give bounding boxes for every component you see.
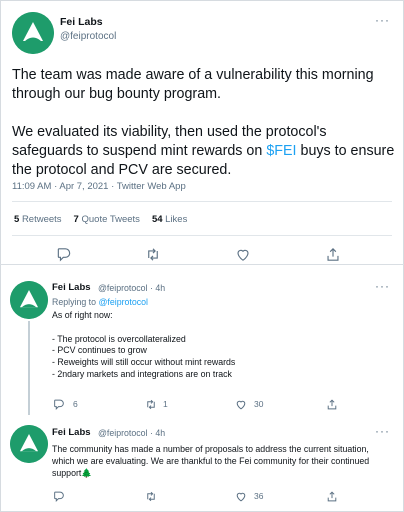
share-icon[interactable]	[325, 398, 339, 411]
avatar[interactable]	[10, 425, 48, 463]
reply-line-blank	[52, 322, 398, 334]
tweet-timestamp[interactable]: 11:09 AM · Apr 7, 2021 · Twitter Web App	[12, 181, 186, 192]
author-handle[interactable]: @feiprotocol	[60, 31, 116, 42]
tweet-text: The team was made aware of a vulnerabili…	[12, 66, 398, 199]
likes-label: Likes	[165, 214, 188, 225]
reply-line: - Reweights will still occur without min…	[52, 357, 236, 368]
avatar[interactable]	[10, 281, 48, 319]
reply-icon[interactable]	[52, 490, 66, 503]
quotes-label: Quote Tweets	[81, 214, 140, 225]
reply-tweet[interactable]: Fei Labs @feiprotocol · 4h ··· The commu…	[0, 415, 404, 512]
tweet-actions	[0, 246, 404, 264]
fei-logo-icon	[10, 425, 48, 463]
quotes-count: 7	[73, 214, 79, 225]
like-count: 36	[254, 491, 264, 501]
divider	[12, 235, 392, 236]
reply-icon[interactable]	[55, 246, 73, 263]
tree-emoji-icon: 🌲	[81, 467, 93, 478]
reply-actions: 6 1 30	[0, 398, 404, 412]
reply-actions: 36	[0, 490, 404, 504]
more-options-icon[interactable]: ···	[375, 279, 390, 293]
retweets-stat[interactable]: 5 Retweets	[14, 214, 62, 225]
share-icon[interactable]	[325, 490, 339, 503]
like-icon[interactable]	[234, 490, 248, 503]
divider	[12, 201, 392, 202]
reply-text-content: The community has made a number of propo…	[52, 444, 370, 478]
share-icon[interactable]	[324, 246, 342, 263]
author-handle-time[interactable]: @feiprotocol · 4h	[98, 428, 165, 438]
main-tweet: Fei Labs @feiprotocol ··· The team was m…	[0, 0, 404, 265]
retweet-icon[interactable]	[144, 398, 158, 411]
reply-text: The community has made a number of propo…	[52, 444, 392, 479]
cashtag-link[interactable]: $FEI	[266, 143, 296, 159]
author-name[interactable]: Fei Labs	[52, 282, 91, 293]
retweet-icon[interactable]	[144, 246, 162, 263]
reply-tweet[interactable]: Fei Labs @feiprotocol · 4h ··· Replying …	[0, 265, 404, 415]
retweets-label: Retweets	[21, 214, 62, 225]
reply-line: - The protocol is overcollateralized	[52, 333, 186, 344]
reply-line: As of right now:	[52, 310, 113, 320]
likes-stat[interactable]: 54 Likes	[152, 214, 187, 225]
reply-count: 6	[73, 399, 78, 409]
retweet-icon[interactable]	[144, 490, 158, 503]
more-options-icon[interactable]: ···	[375, 424, 390, 438]
fei-logo-icon	[12, 12, 54, 54]
tweet-paragraph: The team was made aware of a vulnerabili…	[12, 67, 374, 102]
quotes-stat[interactable]: 7 Quote Tweets	[74, 214, 140, 225]
author-handle-time[interactable]: @feiprotocol · 4h	[98, 283, 165, 293]
likes-count: 54	[151, 214, 163, 225]
replying-to-label: Replying to	[52, 297, 97, 307]
like-icon[interactable]	[234, 398, 248, 411]
reply-icon[interactable]	[52, 398, 66, 411]
like-icon[interactable]	[234, 246, 252, 263]
more-options-icon[interactable]: ···	[375, 13, 390, 27]
retweet-count: 1	[163, 399, 168, 409]
reply-text: As of right now: - The protocol is overc…	[52, 310, 398, 381]
fei-logo-icon	[10, 281, 48, 319]
avatar[interactable]	[12, 12, 54, 54]
tweet-paragraph: We evaluated its viability, then used th…	[12, 123, 398, 180]
engagement-stats: 5 Retweets 7 Quote Tweets 54 Likes	[14, 214, 187, 225]
author-name[interactable]: Fei Labs	[60, 16, 103, 28]
author-name[interactable]: Fei Labs	[52, 427, 91, 438]
retweets-count: 5	[14, 214, 20, 225]
replying-to-handle-link[interactable]: @feiprotocol	[98, 297, 148, 307]
like-count: 30	[254, 399, 264, 409]
reply-line: - 2ndary markets and integrations are on…	[52, 368, 232, 379]
replying-to: Replying to @feiprotocol	[52, 297, 398, 309]
reply-line: - PCV continues to grow	[52, 345, 147, 356]
